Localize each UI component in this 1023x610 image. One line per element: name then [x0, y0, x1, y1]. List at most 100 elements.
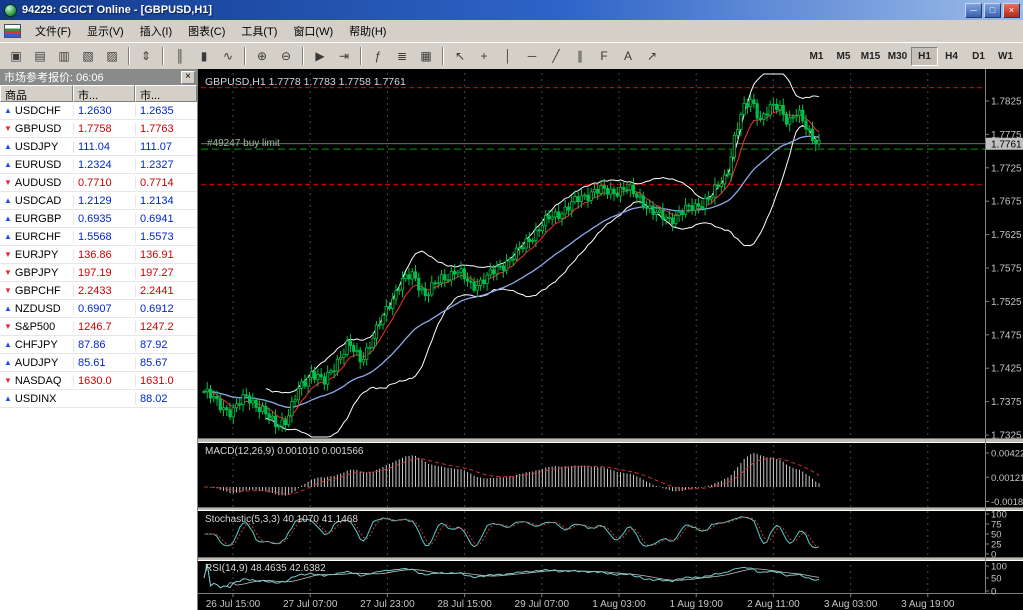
chart-shift-button[interactable]: ⇥ [333, 46, 355, 66]
templates-button[interactable]: ▦ [415, 46, 437, 66]
terminal-button[interactable]: ▨ [101, 46, 123, 66]
menu-charts[interactable]: 图表(C) [180, 20, 233, 42]
market-watch-row[interactable]: ▲ AUDJPY 85.61 85.67 [0, 354, 197, 372]
menu-insert[interactable]: 插入(I) [132, 20, 180, 42]
menu-view[interactable]: 显示(V) [79, 20, 132, 42]
down-arrow-icon: ▼ [4, 177, 12, 187]
ohlc-label: GBPUSD,H1 1.7778 1.7783 1.7758 1.7761 [205, 76, 406, 88]
tf-h4-button[interactable]: H4 [938, 46, 965, 66]
ask-value: 2.2441 [135, 284, 197, 297]
menu-tools[interactable]: 工具(T) [233, 20, 285, 42]
symbol-cell: ▲ NZDUSD [0, 303, 73, 315]
new-order-button[interactable]: ⇕ [135, 46, 157, 66]
bid-value: 1630.0 [73, 374, 135, 387]
market-watch-button[interactable]: ▥ [53, 46, 75, 66]
tf-m5-button[interactable]: M5 [830, 46, 857, 66]
crosshair-button[interactable]: + [473, 46, 495, 66]
market-watch-row[interactable]: ▲ EURCHF 1.5568 1.5573 [0, 228, 197, 246]
periods-button[interactable]: ≣ [391, 46, 413, 66]
time-tick: 27 Jul 07:00 [283, 599, 338, 610]
title-bar[interactable]: 94229: GCICT Online - [GBPUSD,H1] ─ □ × [0, 0, 1023, 20]
column-header-0[interactable]: 商品 [0, 85, 73, 102]
symbol-cell: ▲ EURGBP [0, 213, 73, 225]
chart-window-icon[interactable] [4, 24, 21, 38]
toolbar-separator [162, 47, 164, 65]
down-arrow-icon: ▼ [4, 321, 12, 331]
toolbar-separator [244, 47, 246, 65]
fibonacci-button[interactable]: F [593, 46, 615, 66]
market-watch-header[interactable]: 市场参考报价: 06:06 × [0, 69, 197, 85]
symbol-label: USDCAD [14, 194, 62, 207]
candlestick-chart-button[interactable]: ▮ [193, 46, 215, 66]
navigator-button[interactable]: ▧ [77, 46, 99, 66]
menu-file[interactable]: 文件(F) [27, 20, 79, 42]
trendline-button[interactable]: ╱ [545, 46, 567, 66]
auto-scroll-button[interactable]: ▶ [309, 46, 331, 66]
chart-profiles-button[interactable]: ▤ [29, 46, 51, 66]
time-tick: 29 Jul 07:00 [515, 599, 570, 610]
ask-value: 1.2134 [135, 194, 197, 207]
market-watch-row[interactable]: ▼ GBPCHF 2.2433 2.2441 [0, 282, 197, 300]
column-header-2[interactable]: 市... [135, 85, 197, 102]
tf-m30-button[interactable]: M30 [884, 46, 911, 66]
price-tick: 1.7325 [991, 431, 1022, 442]
up-arrow-icon: ▲ [4, 231, 12, 241]
market-watch-row[interactable]: ▲ USDINX 88.02 [0, 390, 197, 408]
text-label-button[interactable]: A [617, 46, 639, 66]
market-watch-close-button[interactable]: × [181, 70, 195, 84]
arrow-tools-button[interactable]: ↗ [641, 46, 663, 66]
up-arrow-icon: ▲ [4, 141, 12, 151]
symbol-cell: ▲ USDCHF [0, 105, 73, 117]
market-watch-row[interactable]: ▼ EURJPY 136.86 136.91 [0, 246, 197, 264]
tf-h1-button[interactable]: H1 [911, 46, 938, 66]
market-watch-row[interactable]: ▼ AUDUSD 0.7710 0.7714 [0, 174, 197, 192]
macd-label: MACD(12,26,9) 0.001010 0.001566 [205, 446, 364, 457]
market-watch-row[interactable]: ▲ USDJPY 111.04 111.07 [0, 138, 197, 156]
market-watch-row[interactable]: ▼ GBPJPY 197.19 197.27 [0, 264, 197, 282]
minimize-button[interactable]: ─ [965, 2, 982, 18]
vertical-line-button[interactable]: │ [497, 46, 519, 66]
bar-chart-button[interactable]: ║ [169, 46, 191, 66]
market-watch-row[interactable]: ▲ USDCHF 1.2630 1.2635 [0, 102, 197, 120]
bid-value: 197.19 [73, 266, 135, 279]
tf-w1-button[interactable]: W1 [992, 46, 1019, 66]
column-header-1[interactable]: 市... [73, 85, 135, 102]
time-tick: 1 Aug 03:00 [592, 599, 646, 610]
tf-m15-button[interactable]: M15 [857, 46, 884, 66]
new-chart-button[interactable]: ▣ [5, 46, 27, 66]
chart-area[interactable]: #49247 buy limit GBPUSD,H1 1.7778 1.7783 … [198, 69, 1023, 610]
close-button[interactable]: × [1003, 2, 1020, 18]
market-watch-row[interactable]: ▲ CHFJPY 87.86 87.92 [0, 336, 197, 354]
menu-help[interactable]: 帮助(H) [341, 20, 394, 42]
up-arrow-icon: ▲ [4, 357, 12, 367]
market-watch-row[interactable]: ▲ EURUSD 1.2324 1.2327 [0, 156, 197, 174]
menu-window[interactable]: 窗口(W) [285, 20, 341, 42]
channel-button[interactable]: ∥ [569, 46, 591, 66]
zoom-out-button[interactable]: ⊖ [275, 46, 297, 66]
market-watch-row[interactable]: ▲ EURGBP 0.6935 0.6941 [0, 210, 197, 228]
market-watch-row[interactable]: ▼ NASDAQ 1630.0 1631.0 [0, 372, 197, 390]
price-tick: 1.7725 [991, 163, 1022, 174]
market-watch-row[interactable]: ▲ NZDUSD 0.6907 0.6912 [0, 300, 197, 318]
macd-scale-tick: 0.00121 [991, 473, 1023, 484]
time-tick: 3 Aug 03:00 [824, 599, 878, 610]
indicators-button[interactable]: ƒ [367, 46, 389, 66]
rsi-scale-tick: 100 [991, 562, 1007, 573]
tf-m1-button[interactable]: M1 [803, 46, 830, 66]
market-watch-row[interactable]: ▲ USDCAD 1.2129 1.2134 [0, 192, 197, 210]
symbol-label: NASDAQ [14, 374, 62, 387]
line-chart-button[interactable]: ∿ [217, 46, 239, 66]
tf-d1-button[interactable]: D1 [965, 46, 992, 66]
restore-button[interactable]: □ [984, 2, 1001, 18]
zoom-in-button[interactable]: ⊕ [251, 46, 273, 66]
market-watch-row[interactable]: ▼ S&P500 1246.7 1247.2 [0, 318, 197, 336]
ask-value: 1247.2 [135, 320, 197, 333]
market-watch-row[interactable]: ▼ GBPUSD 1.7758 1.7763 [0, 120, 197, 138]
time-tick: 1 Aug 19:00 [670, 599, 724, 610]
bid-value: 1.7758 [73, 122, 135, 135]
price-chart[interactable]: #49247 buy limitGBPUSD,H1 1.7778 1.7783 … [198, 69, 1023, 610]
horizontal-line-button[interactable]: ─ [521, 46, 543, 66]
symbol-label: USDJPY [14, 140, 59, 153]
cursor-button[interactable]: ↖ [449, 46, 471, 66]
symbol-cell: ▼ AUDUSD [0, 177, 73, 189]
